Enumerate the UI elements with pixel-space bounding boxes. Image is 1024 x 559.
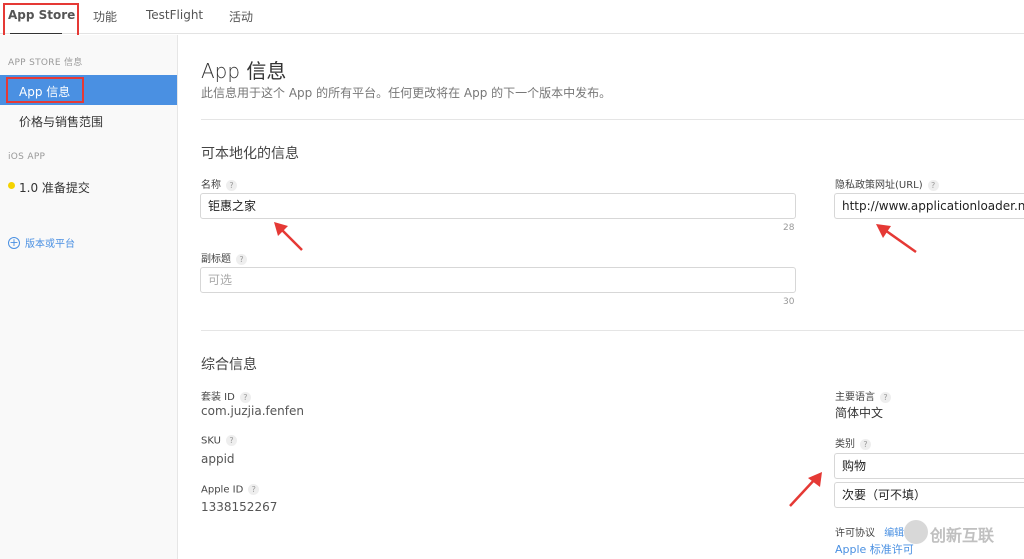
privacy-url-label-text: 隐私政策网址(URL) [835, 180, 923, 191]
tab-activity[interactable]: 活动 [229, 8, 253, 25]
main-content: App 信息 此信息用于这个 App 的所有平台。任何更改将在 App 的下一个… [179, 35, 1024, 559]
divider [201, 330, 1024, 331]
bundle-id-label: 套装 ID? [201, 388, 251, 403]
watermark-text: 创新互联 [930, 526, 995, 545]
category-label: 类别? [835, 435, 871, 450]
watermark-logo-icon [904, 520, 928, 544]
privacy-url-input[interactable]: http://www.applicationloader.net/ [834, 193, 1024, 219]
divider [201, 119, 1024, 120]
subtitle-input[interactable]: 可选 [200, 267, 796, 293]
license-label-text: 许可协议 [835, 528, 875, 539]
secondary-category-select[interactable]: 次要（可不填） [834, 482, 1024, 508]
subtitle-char-counter: 30 [783, 297, 795, 307]
tab-features[interactable]: 功能 [93, 8, 117, 25]
apple-id-value: 1338152267 [201, 500, 278, 514]
watermark: 创新互联 [900, 514, 1024, 554]
sidebar-section-app-store: APP STORE 信息 [8, 58, 83, 68]
tab-testflight[interactable]: TestFlight [146, 8, 203, 22]
name-input[interactable]: 钜惠之家 [200, 193, 796, 219]
sidebar-item-version[interactable]: 1.0 准备提交 [0, 171, 177, 201]
add-platform-button[interactable]: + 版本或平台 [8, 235, 75, 250]
category-label-text: 类别 [835, 439, 855, 450]
annotation-arrow-icon [789, 472, 822, 507]
help-icon[interactable]: ? [248, 484, 260, 495]
help-icon[interactable]: ? [236, 253, 247, 265]
sidebar-item-pricing[interactable]: 价格与销售范围 [0, 105, 177, 135]
sidebar: APP STORE 信息 App 信息 价格与销售范围 iOS APP 1.0 … [0, 35, 178, 559]
help-icon[interactable]: ? [225, 435, 237, 446]
annotation-box-sidebar [6, 77, 84, 103]
help-icon[interactable]: ? [239, 391, 251, 403]
name-label: 名称? [201, 176, 237, 191]
license-label: 许可协议 编辑 [835, 524, 904, 539]
section-title-localizable: 可本地化的信息 [201, 146, 299, 162]
sku-value: appid [201, 452, 235, 466]
page-description: 此信息用于这个 App 的所有平台。任何更改将在 App 的下一个版本中发布。 [201, 86, 612, 100]
add-platform-label: 版本或平台 [25, 239, 75, 250]
sidebar-item-label: 价格与销售范围 [19, 115, 104, 129]
privacy-url-label: 隐私政策网址(URL)? [835, 176, 939, 191]
subtitle-label-text: 副标题 [201, 254, 231, 265]
annotation-arrow-icon [274, 222, 303, 251]
apple-id-label-text: Apple ID [201, 484, 244, 496]
page-title: App 信息 [201, 59, 287, 83]
subtitle-label: 副标题? [201, 250, 247, 265]
primary-category-select[interactable]: 购物 [834, 453, 1024, 479]
sidebar-section-ios-app: iOS APP [8, 152, 46, 162]
primary-language-value[interactable]: 简体中文 [835, 404, 883, 421]
top-nav: App Store 功能 TestFlight 活动 [0, 0, 1024, 34]
apple-id-label: Apple ID? [201, 484, 260, 496]
name-label-text: 名称 [201, 180, 221, 191]
help-icon[interactable]: ? [927, 179, 939, 191]
primary-language-label: 主要语言? [835, 388, 891, 403]
bundle-id-label-text: 套装 ID [201, 392, 235, 403]
help-icon[interactable]: ? [880, 391, 891, 403]
help-icon[interactable]: ? [860, 438, 871, 450]
bundle-id-value: com.juzjia.fenfen [201, 404, 304, 418]
plus-circle-icon: + [8, 235, 20, 249]
section-title-general: 综合信息 [201, 357, 257, 373]
primary-language-label-text: 主要语言 [835, 392, 875, 403]
help-icon[interactable]: ? [226, 179, 237, 191]
sku-label-text: SKU [201, 435, 221, 447]
sku-label: SKU? [201, 435, 237, 447]
name-char-counter: 28 [783, 223, 795, 233]
annotation-arrow-icon [876, 224, 917, 254]
sidebar-item-label: 1.0 准备提交 [19, 181, 90, 195]
